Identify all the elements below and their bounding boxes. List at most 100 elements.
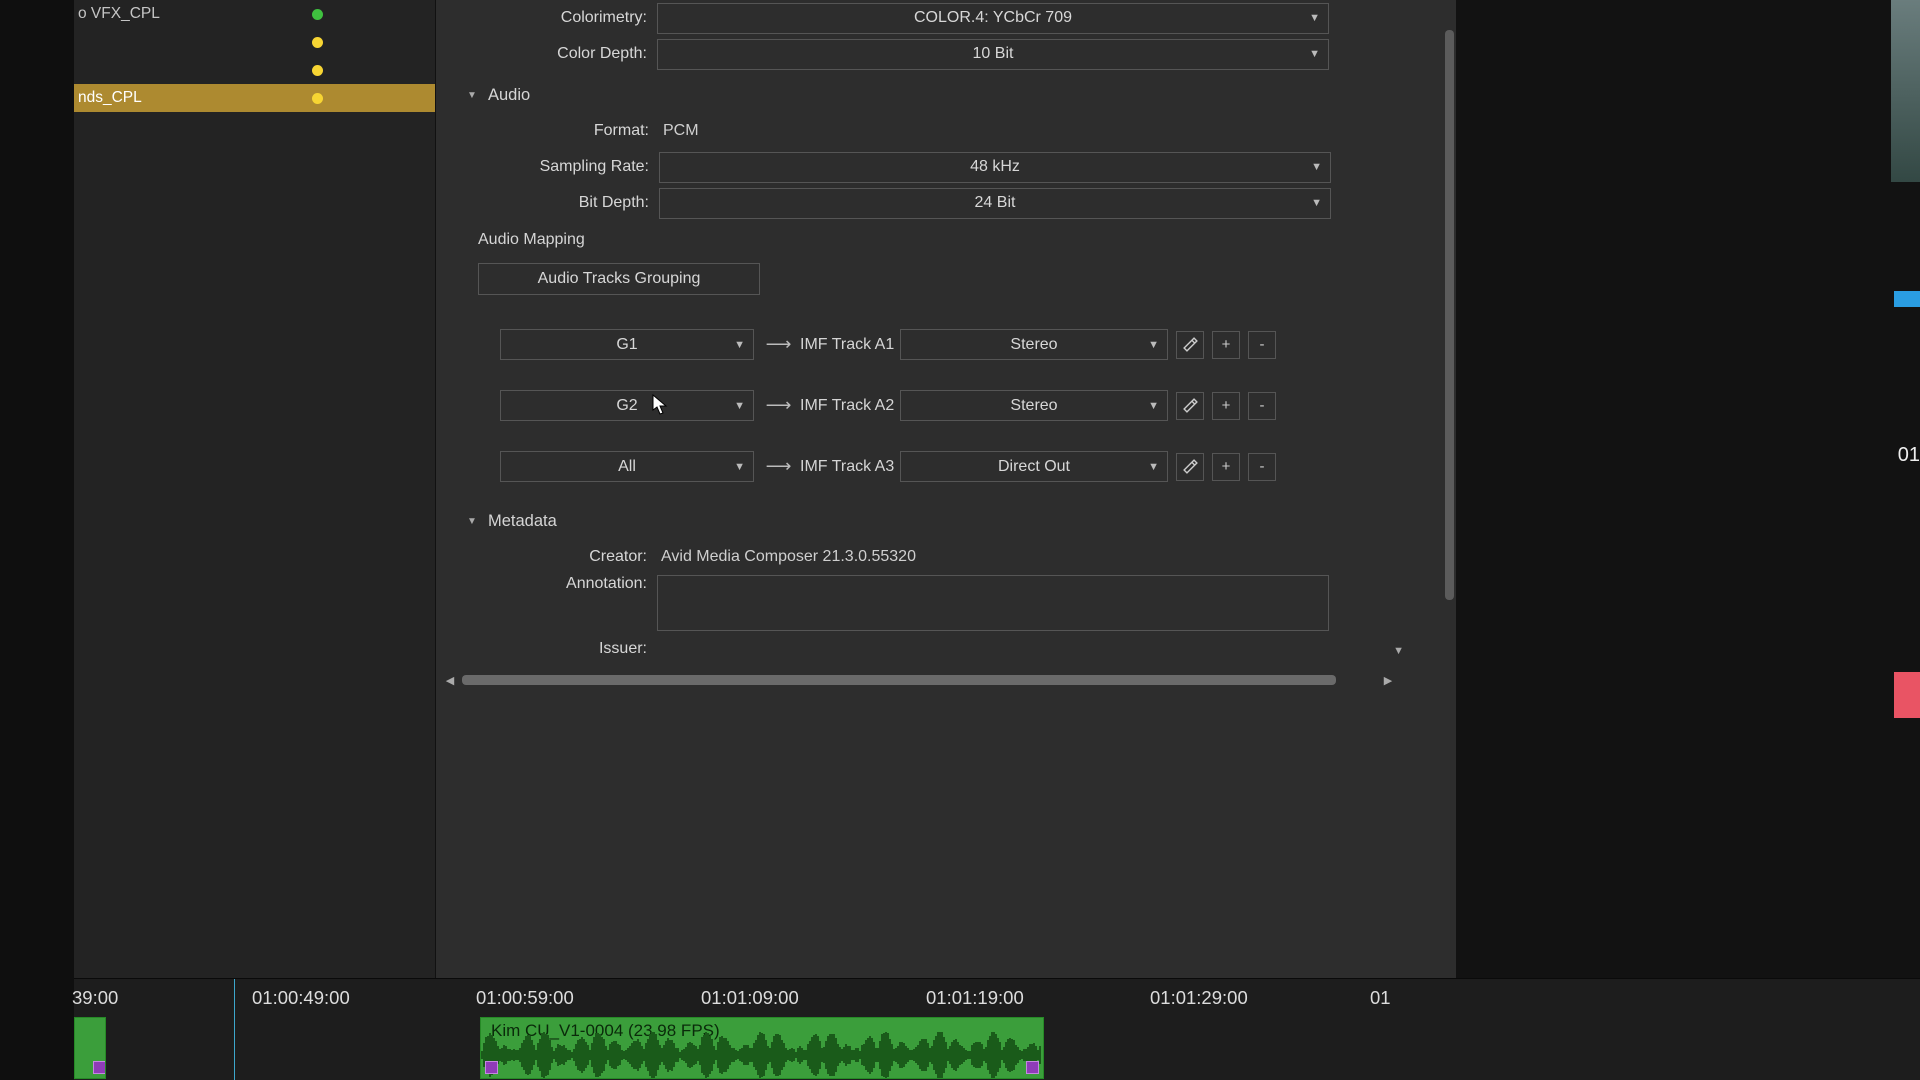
right-panel: 01 <box>1456 0 1920 1080</box>
sidebar-item-label: nds_CPL <box>78 89 142 107</box>
colorimetry-value: COLOR.4: YCbCr 709 <box>914 9 1072 27</box>
scrollbar-horizontal[interactable]: ◀ ▶ <box>442 671 1396 689</box>
arrow-right-icon: ⟶ <box>754 456 800 477</box>
track-label-1: IMF Track A1 <box>800 336 900 354</box>
bitdepth-select[interactable]: 24 Bit ▼ <box>659 188 1331 219</box>
chevron-down-icon: ▼ <box>734 339 745 351</box>
add-button[interactable]: + <box>1212 392 1240 420</box>
sampling-label: Sampling Rate: <box>464 158 659 176</box>
thumbnail-image <box>1891 0 1920 182</box>
group-value: G2 <box>616 397 637 415</box>
format-value: PCM <box>659 122 699 140</box>
sidebar-item-label: o VFX_CPL <box>78 5 160 23</box>
mapping-row-2: G2 ▼ ⟶ IMF Track A2 Stereo ▼ + - <box>500 390 1444 421</box>
issuer-label: Issuer: <box>462 640 657 658</box>
timeline-ruler[interactable]: 39:00 01:00:49:00 01:00:59:00 01:01:09:00 01… <box>74 979 1920 1017</box>
annotation-textarea[interactable] <box>657 575 1329 631</box>
color-depth-value: 10 Bit <box>973 45 1014 63</box>
chevron-down-icon: ▼ <box>734 400 745 412</box>
chevron-down-icon: ▼ <box>1148 339 1159 351</box>
colorimetry-select[interactable]: COLOR.4: YCbCr 709 ▼ <box>657 3 1329 34</box>
type-select-1[interactable]: Stereo ▼ <box>900 329 1168 360</box>
format-label: Format: <box>464 122 659 140</box>
status-dot-yellow <box>312 93 323 104</box>
sidebar: o VFX_CPL nds_CPL Export <box>74 0 436 1080</box>
edit-button[interactable] <box>1176 453 1204 481</box>
remove-button[interactable]: - <box>1248 453 1276 481</box>
chevron-down-icon: ▼ <box>1148 400 1159 412</box>
mapping-row-1: G1 ▼ ⟶ IMF Track A1 Stereo ▼ + - <box>500 329 1444 360</box>
status-dot-yellow <box>312 37 323 48</box>
sidebar-item-vfx[interactable]: o VFX_CPL <box>74 0 435 28</box>
metadata-header[interactable]: ▼ Metadata <box>462 512 1444 531</box>
add-button[interactable]: + <box>1212 453 1240 481</box>
edit-button[interactable] <box>1176 392 1204 420</box>
mapping-row-3: All ▼ ⟶ IMF Track A3 Direct Out ▼ + - <box>500 451 1444 482</box>
bitdepth-value: 24 Bit <box>975 194 1016 212</box>
status-dot-green <box>312 9 323 20</box>
red-marker <box>1894 672 1920 718</box>
timecode-partial: 01 <box>1898 444 1920 467</box>
scroll-down-icon[interactable]: ▼ <box>1393 645 1404 657</box>
scroll-right-icon[interactable]: ▶ <box>1380 673 1396 687</box>
clip-marker-icon <box>485 1061 498 1074</box>
waveform <box>481 1032 1043 1078</box>
settings-panel: Colorimetry: COLOR.4: YCbCr 709 ▼ Color … <box>436 0 1456 1080</box>
remove-button[interactable]: - <box>1248 392 1276 420</box>
ruler-tick: 39:00 <box>72 987 118 1009</box>
sampling-select[interactable]: 48 kHz ▼ <box>659 152 1331 183</box>
chevron-down-icon: ▼ <box>1309 12 1320 24</box>
group-select-1[interactable]: G1 ▼ <box>500 329 754 360</box>
type-value: Stereo <box>1010 336 1057 354</box>
track-label-2: IMF Track A2 <box>800 397 900 415</box>
scroll-left-icon[interactable]: ◀ <box>442 673 458 687</box>
audio-header[interactable]: ▼ Audio <box>462 86 1444 105</box>
disclosure-icon: ▼ <box>462 90 482 101</box>
audio-mapping-label: Audio Mapping <box>478 231 1444 249</box>
clip-marker-icon <box>93 1061 106 1074</box>
timeline: 39:00 01:00:49:00 01:00:59:00 01:01:09:00 01… <box>74 978 1920 1080</box>
ruler-tick: 01:00:59:00 <box>476 987 574 1009</box>
audio-grouping-button[interactable]: Audio Tracks Grouping <box>478 263 760 295</box>
ruler-tick: 01 <box>1370 987 1391 1009</box>
sidebar-item-1[interactable] <box>74 28 435 56</box>
clip-a[interactable] <box>74 1017 106 1079</box>
group-select-3[interactable]: All ▼ <box>500 451 754 482</box>
edit-icon <box>1182 458 1199 475</box>
annotation-label: Annotation: <box>462 575 657 593</box>
audio-header-label: Audio <box>488 86 530 105</box>
clip-marker-icon <box>1026 1061 1039 1074</box>
sidebar-list: o VFX_CPL nds_CPL <box>74 0 435 1014</box>
type-value: Direct Out <box>998 458 1070 476</box>
ruler-tick: 01:01:29:00 <box>1150 987 1248 1009</box>
edit-button[interactable] <box>1176 331 1204 359</box>
metadata-header-label: Metadata <box>488 512 557 531</box>
scrollbar-vertical[interactable] <box>1445 30 1454 600</box>
color-depth-select[interactable]: 10 Bit ▼ <box>657 39 1329 70</box>
group-value: G1 <box>616 336 637 354</box>
scroll-thumb[interactable] <box>462 675 1336 685</box>
sidebar-item-nds[interactable]: nds_CPL <box>74 84 435 112</box>
colorimetry-label: Colorimetry: <box>462 9 657 27</box>
sidebar-item-2[interactable] <box>74 56 435 84</box>
group-select-2[interactable]: G2 ▼ <box>500 390 754 421</box>
type-select-3[interactable]: Direct Out ▼ <box>900 451 1168 482</box>
edit-icon <box>1182 397 1199 414</box>
ruler-tick: 01:00:49:00 <box>252 987 350 1009</box>
sampling-value: 48 kHz <box>970 158 1020 176</box>
blue-marker <box>1894 291 1920 307</box>
clip-track: Kim CU_V1-0004 (23.98 FPS) <box>74 1017 1920 1079</box>
ruler-tick: 01:01:19:00 <box>926 987 1024 1009</box>
color-depth-label: Color Depth: <box>462 45 657 63</box>
add-button[interactable]: + <box>1212 331 1240 359</box>
chevron-down-icon: ▼ <box>734 461 745 473</box>
status-dot-yellow <box>312 65 323 76</box>
type-select-2[interactable]: Stereo ▼ <box>900 390 1168 421</box>
type-value: Stereo <box>1010 397 1057 415</box>
arrow-right-icon: ⟶ <box>754 334 800 355</box>
edit-icon <box>1182 336 1199 353</box>
chevron-down-icon: ▼ <box>1309 48 1320 60</box>
remove-button[interactable]: - <box>1248 331 1276 359</box>
ruler-tick: 01:01:09:00 <box>701 987 799 1009</box>
clip-b[interactable]: Kim CU_V1-0004 (23.98 FPS) <box>480 1017 1044 1079</box>
